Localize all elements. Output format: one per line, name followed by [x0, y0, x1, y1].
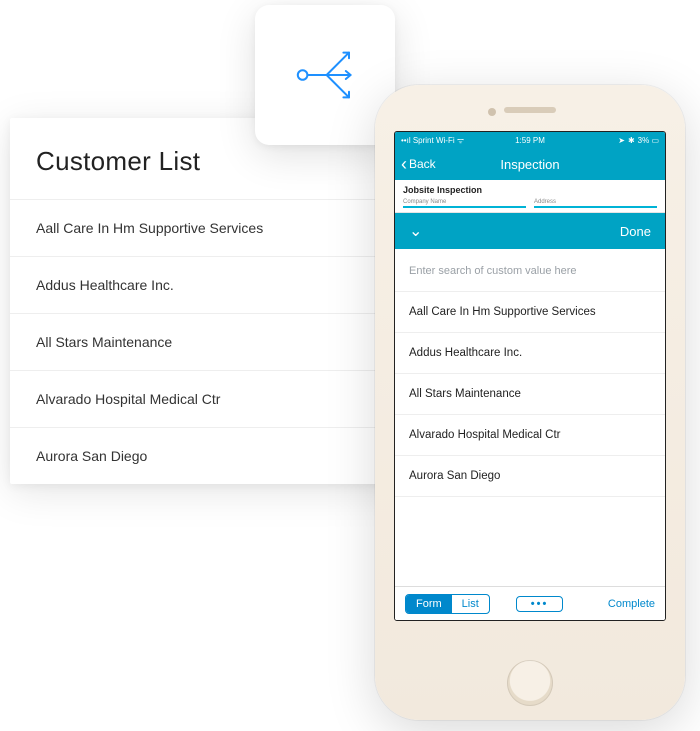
- list-item[interactable]: Addus Healthcare Inc.: [10, 256, 425, 313]
- status-carrier: ••ıl Sprint Wi-Fi ᯤ: [401, 135, 464, 146]
- more-button[interactable]: •••: [516, 596, 564, 612]
- branch-icon-tile: [255, 5, 395, 145]
- location-icon: ➤: [618, 136, 625, 145]
- options-list: Aall Care In Hm Supportive Services Addu…: [395, 292, 665, 586]
- search-input[interactable]: [409, 265, 651, 277]
- battery-status: 3% ▭: [638, 136, 659, 145]
- search-row: [395, 249, 665, 292]
- bluetooth-icon: ✱: [628, 136, 635, 145]
- phone-camera: [488, 108, 496, 116]
- phone-screen: ••ıl Sprint Wi-Fi ᯤ 1:59 PM ➤ ✱ 3% ▭ ‹ B…: [394, 131, 666, 621]
- company-name-field[interactable]: Company Name: [403, 199, 526, 208]
- form-tab[interactable]: Form: [406, 595, 452, 613]
- customer-list-card: Customer List Aall Care In Hm Supportive…: [10, 118, 425, 484]
- list-item[interactable]: Aurora San Diego: [395, 456, 665, 497]
- phone-speaker: [504, 107, 556, 113]
- list-item[interactable]: Alvarado Hospital Medical Ctr: [10, 370, 425, 427]
- list-item[interactable]: Aall Care In Hm Supportive Services: [395, 292, 665, 333]
- phone-mockup: ••ıl Sprint Wi-Fi ᯤ 1:59 PM ➤ ✱ 3% ▭ ‹ B…: [375, 85, 685, 720]
- list-item[interactable]: Aall Care In Hm Supportive Services: [10, 199, 425, 256]
- list-tab[interactable]: List: [452, 595, 489, 613]
- form-title: Jobsite Inspection: [403, 185, 657, 195]
- chevron-left-icon: ‹: [401, 155, 407, 173]
- address-field[interactable]: Address: [534, 199, 657, 208]
- list-item[interactable]: Aurora San Diego: [10, 427, 425, 484]
- status-bar: ••ıl Sprint Wi-Fi ᯤ 1:59 PM ➤ ✱ 3% ▭: [395, 132, 665, 148]
- picker-toolbar: ⌄ Done: [395, 213, 665, 249]
- list-item[interactable]: Alvarado Hospital Medical Ctr: [395, 415, 665, 456]
- nav-bar: ‹ Back Inspection: [395, 148, 665, 180]
- home-button[interactable]: [507, 660, 553, 706]
- bottom-toolbar: Form List ••• Complete: [395, 586, 665, 620]
- back-label: Back: [409, 157, 436, 171]
- chevron-down-icon[interactable]: ⌄: [409, 221, 422, 241]
- page-title: Inspection: [500, 157, 559, 172]
- done-button[interactable]: Done: [620, 224, 651, 239]
- list-item[interactable]: All Stars Maintenance: [395, 374, 665, 415]
- view-segment: Form List: [405, 594, 490, 614]
- list-item[interactable]: Addus Healthcare Inc.: [395, 333, 665, 374]
- complete-button[interactable]: Complete: [608, 598, 655, 610]
- form-header: Jobsite Inspection Company Name Address: [395, 180, 665, 213]
- branch-icon: [285, 35, 365, 115]
- list-item[interactable]: All Stars Maintenance: [10, 313, 425, 370]
- back-button[interactable]: ‹ Back: [401, 155, 436, 173]
